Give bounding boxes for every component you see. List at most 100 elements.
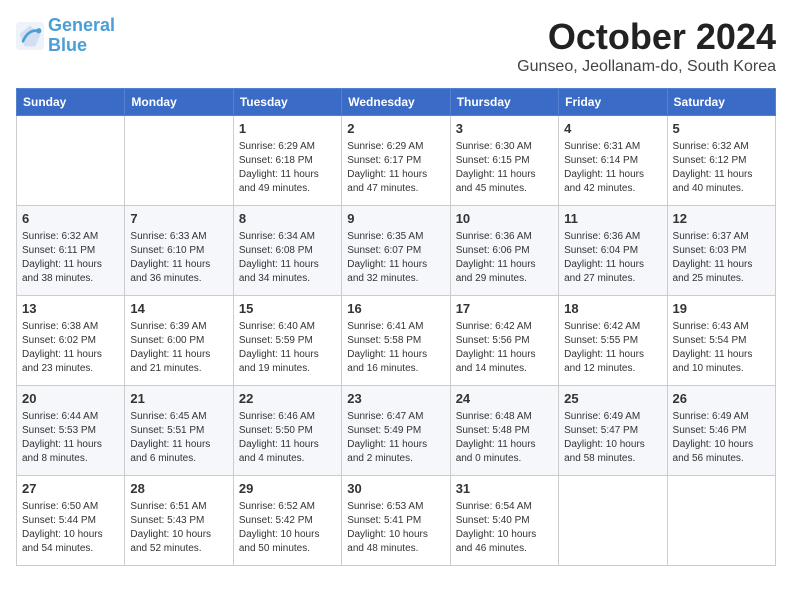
day-number: 27 — [22, 480, 119, 498]
cell-info-text: Sunrise: 6:44 AM Sunset: 5:53 PM Dayligh… — [22, 410, 119, 466]
calendar-cell: 7 Sunrise: 6:33 AM Sunset: 6:10 PM Daylig… — [125, 206, 233, 296]
calendar-week-row: 20 Sunrise: 6:44 AM Sunset: 5:53 PM Dayli… — [17, 386, 776, 476]
cell-info-text: Sunrise: 6:49 AM Sunset: 5:47 PM Dayligh… — [564, 410, 661, 466]
cell-info-text: Sunrise: 6:29 AM Sunset: 6:18 PM Dayligh… — [239, 140, 336, 196]
logo: General Blue — [16, 16, 115, 56]
calendar-cell: 10Sunrise: 6:36 AM Sunset: 6:06 PM Dayli… — [450, 206, 558, 296]
calendar-cell: 18 Sunrise: 6:42 AM Sunset: 5:55 PM Dayli… — [559, 296, 667, 386]
cell-info-text: Sunrise: 6:39 AM Sunset: 6:00 PM Dayligh… — [130, 320, 227, 376]
day-number: 24 — [456, 390, 553, 408]
calendar-table: SundayMondayTuesdayWednesdayThursdayFrid… — [16, 88, 776, 566]
cell-info-text: Sunrise: 6:49 AM Sunset: 5:46 PM Dayligh… — [673, 410, 770, 466]
day-number: 17 — [456, 300, 553, 318]
calendar-cell: 28 Sunrise: 6:51 AM Sunset: 5:43 PM Dayli… — [125, 476, 233, 566]
day-number: 8 — [239, 210, 336, 228]
cell-info-text: Sunrise: 6:51 AM Sunset: 5:43 PM Dayligh… — [130, 500, 227, 556]
calendar-cell — [17, 116, 125, 206]
calendar-cell: 24 Sunrise: 6:48 AM Sunset: 5:48 PM Dayli… — [450, 386, 558, 476]
title-block: October 2024 Gunseo, Jeollanam-do, South… — [517, 16, 776, 76]
calendar-cell: 4 Sunrise: 6:31 AM Sunset: 6:14 PM Daylig… — [559, 116, 667, 206]
cell-info-text: Sunrise: 6:50 AM Sunset: 5:44 PM Dayligh… — [22, 500, 119, 556]
calendar-week-row: 13Sunrise: 6:38 AM Sunset: 6:02 PM Dayli… — [17, 296, 776, 386]
calendar-cell: 30 Sunrise: 6:53 AM Sunset: 5:41 PM Dayli… — [342, 476, 450, 566]
logo-text: General Blue — [48, 16, 115, 56]
weekday-header-thursday: Thursday — [450, 89, 558, 116]
day-number: 19 — [673, 300, 770, 318]
cell-info-text: Sunrise: 6:31 AM Sunset: 6:14 PM Dayligh… — [564, 140, 661, 196]
day-number: 9 — [347, 210, 444, 228]
calendar-cell: 23Sunrise: 6:47 AM Sunset: 5:49 PM Dayli… — [342, 386, 450, 476]
cell-info-text: Sunrise: 6:34 AM Sunset: 6:08 PM Dayligh… — [239, 230, 336, 286]
cell-info-text: Sunrise: 6:32 AM Sunset: 6:11 PM Dayligh… — [22, 230, 119, 286]
calendar-cell: 13Sunrise: 6:38 AM Sunset: 6:02 PM Dayli… — [17, 296, 125, 386]
day-number: 3 — [456, 120, 553, 138]
day-number: 10 — [456, 210, 553, 228]
day-number: 25 — [564, 390, 661, 408]
weekday-header-tuesday: Tuesday — [233, 89, 341, 116]
cell-info-text: Sunrise: 6:48 AM Sunset: 5:48 PM Dayligh… — [456, 410, 553, 466]
calendar-cell: 25 Sunrise: 6:49 AM Sunset: 5:47 PM Dayli… — [559, 386, 667, 476]
cell-info-text: Sunrise: 6:54 AM Sunset: 5:40 PM Dayligh… — [456, 500, 553, 556]
day-number: 22 — [239, 390, 336, 408]
day-number: 28 — [130, 480, 227, 498]
cell-info-text: Sunrise: 6:42 AM Sunset: 5:56 PM Dayligh… — [456, 320, 553, 376]
cell-info-text: Sunrise: 6:35 AM Sunset: 6:07 PM Dayligh… — [347, 230, 444, 286]
calendar-cell: 21Sunrise: 6:45 AM Sunset: 5:51 PM Dayli… — [125, 386, 233, 476]
day-number: 12 — [673, 210, 770, 228]
calendar-cell: 1 Sunrise: 6:29 AM Sunset: 6:18 PM Daylig… — [233, 116, 341, 206]
day-number: 1 — [239, 120, 336, 138]
day-number: 14 — [130, 300, 227, 318]
calendar-cell: 14 Sunrise: 6:39 AM Sunset: 6:00 PM Dayli… — [125, 296, 233, 386]
calendar-cell: 19 Sunrise: 6:43 AM Sunset: 5:54 PM Dayli… — [667, 296, 775, 386]
calendar-cell: 6 Sunrise: 6:32 AM Sunset: 6:11 PM Daylig… — [17, 206, 125, 296]
cell-info-text: Sunrise: 6:52 AM Sunset: 5:42 PM Dayligh… — [239, 500, 336, 556]
weekday-header-saturday: Saturday — [667, 89, 775, 116]
calendar-cell: 31 Sunrise: 6:54 AM Sunset: 5:40 PM Dayli… — [450, 476, 558, 566]
cell-info-text: Sunrise: 6:40 AM Sunset: 5:59 PM Dayligh… — [239, 320, 336, 376]
calendar-cell: 27 Sunrise: 6:50 AM Sunset: 5:44 PM Dayli… — [17, 476, 125, 566]
calendar-cell: 29 Sunrise: 6:52 AM Sunset: 5:42 PM Dayli… — [233, 476, 341, 566]
calendar-cell: 5 Sunrise: 6:32 AM Sunset: 6:12 PM Daylig… — [667, 116, 775, 206]
calendar-week-row: 6 Sunrise: 6:32 AM Sunset: 6:11 PM Daylig… — [17, 206, 776, 296]
day-number: 31 — [456, 480, 553, 498]
calendar-cell: 11 Sunrise: 6:36 AM Sunset: 6:04 PM Dayli… — [559, 206, 667, 296]
day-number: 11 — [564, 210, 661, 228]
calendar-cell: 22Sunrise: 6:46 AM Sunset: 5:50 PM Dayli… — [233, 386, 341, 476]
day-number: 18 — [564, 300, 661, 318]
page-header: General Blue October 2024 Gunseo, Jeolla… — [16, 16, 776, 76]
weekday-header-wednesday: Wednesday — [342, 89, 450, 116]
cell-info-text: Sunrise: 6:43 AM Sunset: 5:54 PM Dayligh… — [673, 320, 770, 376]
calendar-cell: 26 Sunrise: 6:49 AM Sunset: 5:46 PM Dayli… — [667, 386, 775, 476]
cell-info-text: Sunrise: 6:38 AM Sunset: 6:02 PM Dayligh… — [22, 320, 119, 376]
day-number: 6 — [22, 210, 119, 228]
cell-info-text: Sunrise: 6:29 AM Sunset: 6:17 PM Dayligh… — [347, 140, 444, 196]
location-title: Gunseo, Jeollanam-do, South Korea — [517, 58, 776, 76]
cell-info-text: Sunrise: 6:32 AM Sunset: 6:12 PM Dayligh… — [673, 140, 770, 196]
calendar-cell — [667, 476, 775, 566]
calendar-week-row: 1 Sunrise: 6:29 AM Sunset: 6:18 PM Daylig… — [17, 116, 776, 206]
day-number: 29 — [239, 480, 336, 498]
day-number: 26 — [673, 390, 770, 408]
day-number: 21 — [130, 390, 227, 408]
calendar-week-row: 27 Sunrise: 6:50 AM Sunset: 5:44 PM Dayli… — [17, 476, 776, 566]
day-number: 30 — [347, 480, 444, 498]
calendar-cell: 9 Sunrise: 6:35 AM Sunset: 6:07 PM Daylig… — [342, 206, 450, 296]
calendar-cell: 20 Sunrise: 6:44 AM Sunset: 5:53 PM Dayli… — [17, 386, 125, 476]
calendar-cell: 15Sunrise: 6:40 AM Sunset: 5:59 PM Dayli… — [233, 296, 341, 386]
month-title: October 2024 — [517, 16, 776, 58]
day-number: 4 — [564, 120, 661, 138]
cell-info-text: Sunrise: 6:36 AM Sunset: 6:04 PM Dayligh… — [564, 230, 661, 286]
calendar-cell: 16Sunrise: 6:41 AM Sunset: 5:58 PM Dayli… — [342, 296, 450, 386]
day-number: 5 — [673, 120, 770, 138]
day-number: 20 — [22, 390, 119, 408]
cell-info-text: Sunrise: 6:53 AM Sunset: 5:41 PM Dayligh… — [347, 500, 444, 556]
calendar-cell: 3Sunrise: 6:30 AM Sunset: 6:15 PM Daylig… — [450, 116, 558, 206]
cell-info-text: Sunrise: 6:33 AM Sunset: 6:10 PM Dayligh… — [130, 230, 227, 286]
cell-info-text: Sunrise: 6:42 AM Sunset: 5:55 PM Dayligh… — [564, 320, 661, 376]
weekday-header-row: SundayMondayTuesdayWednesdayThursdayFrid… — [17, 89, 776, 116]
day-number: 7 — [130, 210, 227, 228]
cell-info-text: Sunrise: 6:41 AM Sunset: 5:58 PM Dayligh… — [347, 320, 444, 376]
calendar-cell: 17 Sunrise: 6:42 AM Sunset: 5:56 PM Dayli… — [450, 296, 558, 386]
calendar-cell — [125, 116, 233, 206]
weekday-header-friday: Friday — [559, 89, 667, 116]
